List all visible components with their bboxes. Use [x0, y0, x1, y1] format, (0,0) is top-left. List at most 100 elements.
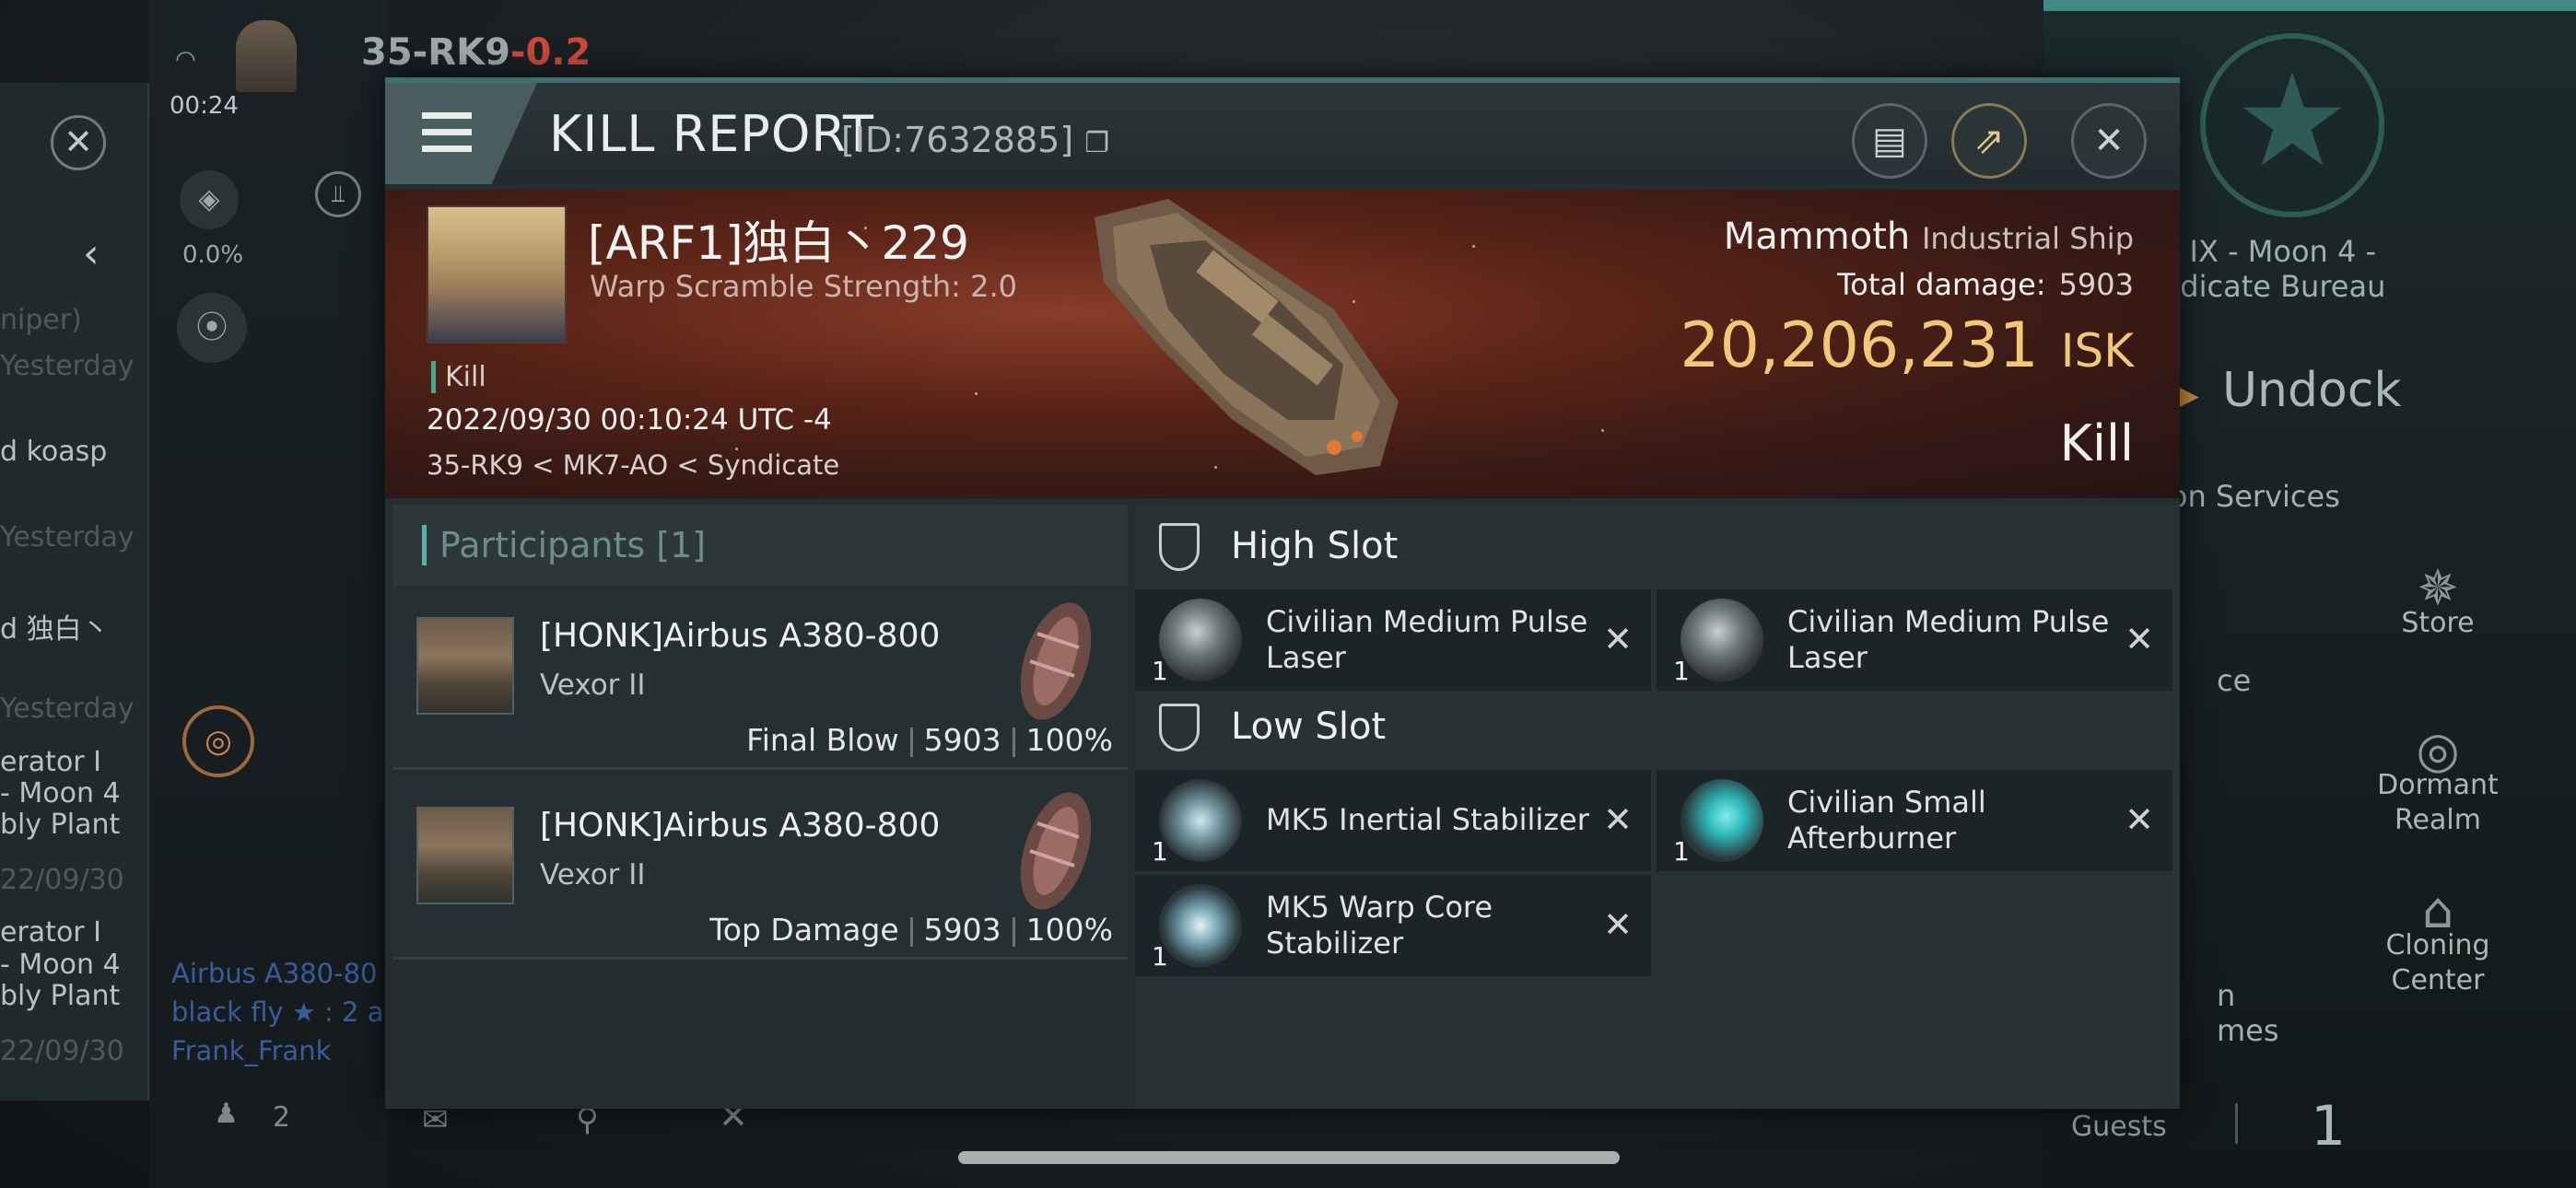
cloning-label: Cloning: [2385, 929, 2490, 961]
chat-line: Frank_Frank: [171, 1035, 332, 1066]
cloning-icon: ⌂: [2421, 881, 2454, 939]
chat-line: Yesterday: [0, 521, 135, 553]
module-name: MK5 Inertial Stabilizer: [1266, 802, 1589, 837]
chat-panel: niper) Yesterday d koasp Yesterday d 独白丶…: [0, 83, 149, 1101]
stabilizer-icon: [1159, 779, 1242, 862]
home-indicator[interactable]: [958, 1151, 1620, 1164]
close-icon[interactable]: ✕: [2125, 619, 2154, 659]
module-name: Civilian Medium Pulse Laser: [1787, 604, 2110, 675]
hamburger-icon: [422, 129, 472, 135]
fitting-panel: High Slot 1 Civilian Medium Pulse Laser …: [1135, 505, 2180, 1109]
participant-percent: 100%: [1025, 722, 1113, 758]
report-id-text: [ID:7632885]: [841, 120, 1074, 160]
system-name: 35-RK9-0.2: [361, 31, 591, 74]
guest-count: 2: [273, 1101, 291, 1134]
wifi-icon: ◠: [175, 46, 196, 74]
copy-icon[interactable]: ❐: [1084, 127, 1109, 159]
guests-count: 1: [2311, 1094, 2347, 1159]
module-item[interactable]: 1 MK5 Warp Core Stabilizer ✕: [1135, 875, 1651, 976]
close-icon[interactable]: ✕: [2125, 799, 2154, 840]
service-label: ce: [2217, 663, 2252, 698]
hamburger-icon: [422, 146, 472, 152]
chat-line: Yesterday: [0, 350, 135, 382]
service-label: n: [2217, 978, 2236, 1013]
kill-result: Kill: [2059, 414, 2134, 472]
chat-line: Yesterday: [0, 693, 135, 725]
people-icon[interactable]: ♟: [214, 1098, 239, 1130]
participants-title: Participants [1]: [422, 525, 706, 565]
participants-header: Participants [1]: [392, 505, 1128, 586]
participant-row[interactable]: [HONK]Airbus A380-800 Vexor II Final Blo…: [392, 586, 1128, 770]
participant-role: Final Blow: [746, 722, 899, 758]
kill-banner: [ARF1]独白丶229 Warp Scramble Strength: 2.0…: [385, 190, 2180, 498]
participant-row[interactable]: [HONK]Airbus A380-800 Vexor II Top Damag…: [392, 775, 1128, 960]
store-label: Store: [2401, 607, 2475, 639]
page-title: KILL REPORT: [549, 105, 874, 163]
avatar[interactable]: [236, 20, 297, 92]
participant-stats: Final Blow 5903 100%: [746, 722, 1113, 758]
module-qty: 1: [1152, 836, 1168, 867]
module-name: MK5 Warp Core Stabilizer: [1266, 890, 1493, 961]
undock-button[interactable]: Undock: [2222, 363, 2402, 418]
chat-line: d 独白丶: [0, 613, 110, 646]
realm-icon: ◎: [2416, 721, 2460, 779]
cloning-center-button[interactable]: ⌂ Cloning Center: [2364, 881, 2512, 998]
report-button[interactable]: ▤: [1852, 103, 1927, 179]
share-icon: ⇗: [1973, 120, 2005, 162]
target-icon[interactable]: ◎: [182, 705, 254, 777]
store-button[interactable]: ✵ Store: [2364, 559, 2512, 641]
avatar: [416, 617, 514, 715]
chat-close-icon[interactable]: ✕: [51, 115, 106, 170]
clock: 00:24: [170, 92, 239, 120]
chat-line: d koasp: [0, 436, 108, 468]
high-slot-label: High Slot: [1231, 525, 1399, 567]
participant-name: [HONK]Airbus A380-800: [540, 617, 941, 655]
module-name: Civilian Small Afterburner: [1787, 785, 1986, 856]
close-button[interactable]: ✕: [2071, 103, 2147, 179]
warp-scramble-strength: Warp Scramble Strength: 2.0: [590, 269, 1018, 304]
ship-name[interactable]: Mammoth Industrial Ship: [1724, 215, 2134, 258]
ship-icon: [1020, 602, 1092, 720]
report-id: [ID:7632885] ❐: [841, 120, 1109, 160]
cloning-label: Center: [2391, 964, 2485, 996]
close-icon: ✕: [2093, 120, 2125, 162]
close-icon[interactable]: ✕: [1603, 799, 1633, 840]
clipboard-icon: ▤: [1872, 120, 1907, 162]
module-qty: 1: [1673, 836, 1690, 867]
dormant-realm-button[interactable]: ◎ Dormant Realm: [2364, 721, 2512, 838]
store-icon: ✵: [2417, 559, 2459, 617]
module-item[interactable]: 1 Civilian Medium Pulse Laser ✕: [1657, 589, 2172, 691]
dormant-realm-label: Dormant: [2377, 769, 2499, 801]
participant-percent: 100%: [1025, 912, 1113, 948]
total-damage-label: Total damage:: [1837, 267, 2046, 302]
kill-datetime: 2022/09/30 00:10:24 UTC -4: [427, 403, 832, 437]
menu-button[interactable]: [385, 83, 537, 184]
share-button[interactable]: ⇗: [1951, 103, 2027, 179]
chat-line: bly Plant: [0, 809, 121, 841]
victim-portrait[interactable]: [427, 205, 567, 344]
station-name-line: 9 IX - Moon 4 -: [2161, 234, 2377, 269]
fitting-icon[interactable]: ⫫: [315, 171, 361, 217]
participant-damage: 5903: [923, 912, 1001, 948]
module-item[interactable]: 1 Civilian Medium Pulse Laser ✕: [1135, 589, 1651, 691]
total-damage-value: 5903: [2058, 267, 2134, 302]
ship-class: Industrial Ship: [1921, 221, 2134, 256]
cargo-icon[interactable]: ◈: [180, 170, 239, 229]
victim-name[interactable]: [ARF1]独白丶229: [588, 206, 969, 273]
chat-line: black fly ★ : 2 ab: [171, 996, 401, 1028]
kill-report-dialog: KILL REPORT [ID:7632885] ❐ ▤ ⇗ ✕ [ARF1]独…: [385, 77, 2180, 1109]
kill-location: 35-RK9 < MK7-AO < Syndicate: [427, 449, 840, 481]
chat-line: Airbus A380-80: [171, 958, 378, 989]
chevron-left-icon[interactable]: ‹: [83, 230, 100, 277]
laser-icon: [1680, 599, 1763, 681]
module-item[interactable]: 1 Civilian Small Afterburner ✕: [1657, 770, 2172, 871]
module-item[interactable]: 1 MK5 Inertial Stabilizer ✕: [1135, 770, 1651, 871]
close-icon[interactable]: ✕: [1603, 904, 1633, 945]
participant-ship: Vexor II: [540, 669, 646, 702]
location-pin-icon[interactable]: ⦿: [177, 293, 247, 363]
close-icon[interactable]: ✕: [1603, 619, 1633, 659]
chat-line: - Moon 4: [0, 949, 121, 981]
station-name-line: ndicate Bureau: [2161, 269, 2386, 304]
participants-panel: Participants [1] [HONK]Airbus A380-800 V…: [392, 505, 1128, 1109]
chat-line: bly Plant: [0, 980, 121, 1012]
